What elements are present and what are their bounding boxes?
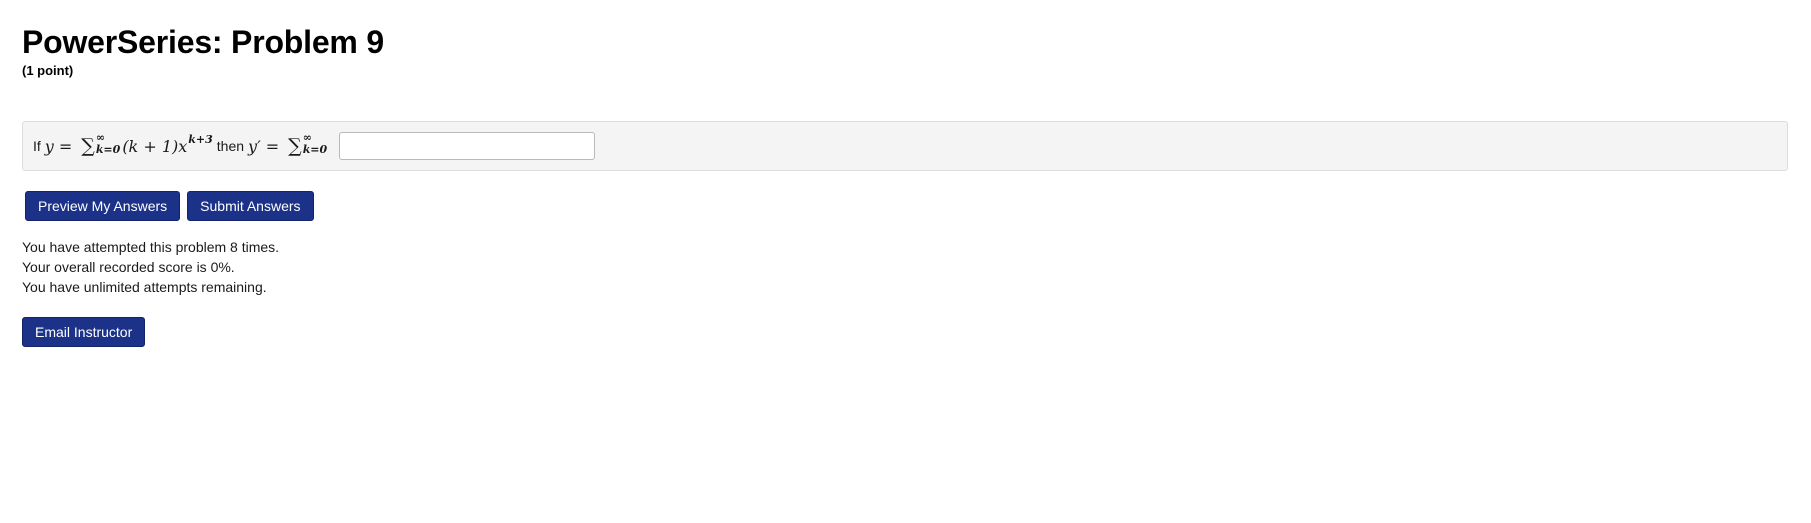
problem-statement: If y = ∑ ∞ k=0 (k + 1)x k+3 then y′ = ∑ ∞… [22, 121, 1788, 171]
submit-answers-button[interactable]: Submit Answers [187, 191, 314, 221]
series-expression: y = ∑ ∞ k=0 (k + 1)x k+3 [44, 132, 213, 157]
remaining-text: You have unlimited attempts remaining. [22, 279, 267, 295]
sum-limits-2: ∞ k=0 [302, 132, 328, 156]
points-label: (1 point) [22, 63, 74, 78]
preview-answers-button[interactable]: Preview My Answers [25, 191, 181, 221]
series-term: (k + 1)x [122, 136, 188, 156]
rhs-variable: y′ [248, 136, 261, 156]
sigma-symbol-2: ∑ [288, 134, 302, 157]
score-text: Your overall recorded score is 0%. [22, 259, 235, 275]
email-row: Email Instructor [22, 317, 1811, 347]
answer-input[interactable] [339, 132, 596, 160]
term-exponent: k+3 [188, 132, 213, 146]
lhs-variable: y [44, 136, 54, 156]
page-title: PowerSeries: Problem 9 [22, 24, 384, 60]
sum-lower-limit: k=0 [95, 143, 121, 156]
email-instructor-button[interactable]: Email Instructor [22, 317, 146, 347]
statement-connector: then [216, 138, 245, 154]
problem-page: PowerSeries: Problem 9 (1 point) If y = … [0, 0, 1811, 523]
attempts-text: You have attempted this problem 8 times. [22, 239, 280, 255]
sum-lower-limit-2: k=0 [302, 143, 328, 156]
sigma-symbol: ∑ [81, 134, 95, 157]
statement-prefix: If [33, 138, 41, 154]
sum-upper-limit-2: ∞ [302, 131, 312, 144]
sum-limits: ∞ k=0 [95, 132, 121, 156]
derivative-expression: y′ = ∑ ∞ k=0 [248, 132, 329, 157]
equals-sign-2: = [265, 136, 280, 156]
sum-upper-limit: ∞ [95, 131, 105, 144]
equals-sign: = [58, 136, 73, 156]
action-buttons: Preview My Answers Submit Answers [22, 191, 1811, 221]
attempt-status: You have attempted this problem 8 times.… [22, 237, 1811, 297]
